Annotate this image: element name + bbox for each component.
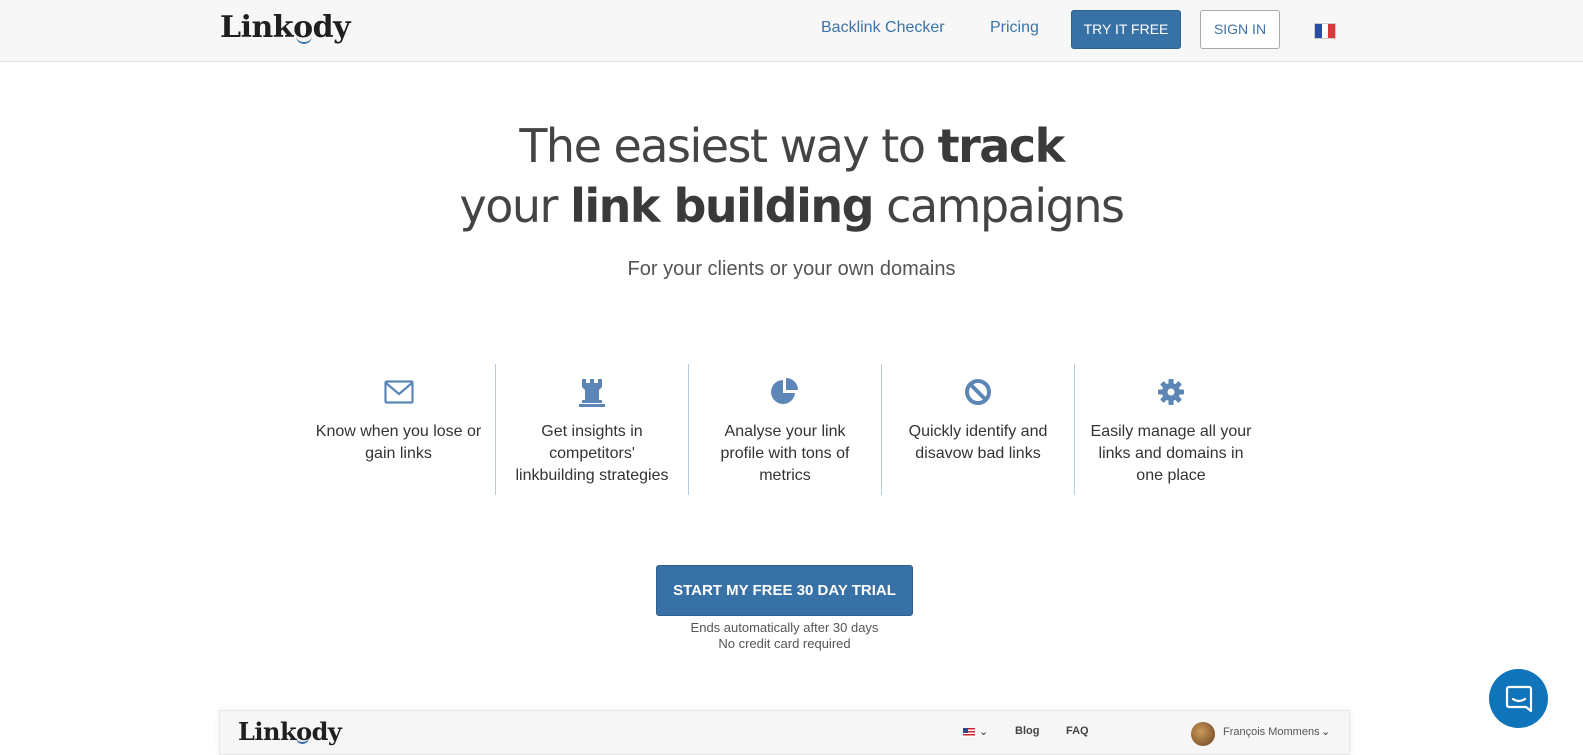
hero-line2-tail: campaigns: [873, 179, 1125, 233]
feature-item-competitors: Get insights in competitors' linkbuildin…: [495, 364, 688, 495]
feature-text-line: Analyse your link: [724, 423, 846, 440]
feature-text: Quickly identify and disavow bad links: [894, 421, 1062, 465]
feature-text-line: one place: [1136, 467, 1206, 484]
feature-text: Know when you lose or gain links: [314, 421, 483, 465]
try-it-free-button[interactable]: TRY IT FREE: [1071, 10, 1181, 49]
chat-launcher-button[interactable]: [1489, 669, 1548, 728]
chevron-down-icon: ⌄: [979, 726, 989, 738]
feature-text-line: competitors': [549, 445, 635, 462]
hero-line1-text: The easiest way to: [519, 119, 938, 173]
feature-text-line: Quickly identify and: [908, 423, 1048, 440]
feature-text-line: linkbuilding strategies: [515, 467, 669, 484]
feature-item-alerts: Know when you lose or gain links: [302, 364, 495, 495]
nav-backlink-checker[interactable]: Backlink Checker: [821, 19, 945, 37]
trial-note-ends: Ends automatically after 30 days: [690, 620, 879, 635]
hero-title-line1: The easiest way to track: [0, 119, 1583, 173]
feature-text-line: gain links: [365, 445, 432, 462]
flag-stripe-blue: [1315, 24, 1322, 38]
feature-text: Get insights in competitors' linkbuildin…: [508, 421, 676, 487]
chevron-down-icon: ⌄: [1321, 726, 1331, 738]
feature-text-line: disavow bad links: [915, 445, 1041, 462]
logo-text: Linkody: [220, 10, 351, 45]
rook-icon: [496, 377, 688, 407]
feature-text-line: Easily manage all your: [1090, 423, 1252, 440]
hero-subtitle: For your clients or your own domains: [627, 258, 956, 280]
hero-title-line2: your link building campaigns: [0, 179, 1583, 233]
ban-icon: [882, 377, 1074, 407]
app-preview: Linkody ⌄ Blog FAQ François Mommens ⌄: [219, 710, 1350, 755]
avatar: [1191, 722, 1215, 746]
logo[interactable]: Linkody: [220, 10, 351, 45]
preview-user-name: François Mommens: [1223, 726, 1320, 738]
top-navbar: Linkody Backlink Checker Pricing TRY IT …: [0, 0, 1583, 62]
feature-text-line: Get insights in: [541, 423, 643, 440]
preview-faq-link: FAQ: [1066, 725, 1089, 737]
preview-blog-link: Blog: [1015, 725, 1040, 737]
feature-text-line: links and domains in: [1098, 445, 1244, 462]
hero-line2-text: your: [459, 179, 571, 233]
feature-item-disavow: Quickly identify and disavow bad links: [881, 364, 1074, 495]
preview-logo: Linkody: [238, 717, 342, 746]
flag-stripe-white: [1321, 24, 1329, 38]
feature-text-line: Know when you lose or: [315, 423, 482, 440]
gear-icon: [1075, 377, 1267, 407]
hero-line2-bold: link building: [570, 179, 874, 233]
pie-chart-icon: [689, 377, 881, 407]
feature-text: Analyse your link profile with tons of m…: [701, 421, 869, 487]
feature-item-analyse: Analyse your link profile with tons of m…: [688, 364, 881, 495]
feature-text: Easily manage all your links and domains…: [1087, 421, 1255, 487]
chat-icon: [1505, 685, 1532, 712]
feature-item-manage: Easily manage all your links and domains…: [1074, 364, 1267, 495]
flag-stripe-red: [1328, 24, 1336, 38]
trial-note-no-card: No credit card required: [718, 636, 851, 651]
nav-pricing[interactable]: Pricing: [990, 19, 1039, 37]
start-free-trial-button[interactable]: START MY FREE 30 DAY TRIAL: [656, 565, 913, 616]
feature-text-line: profile with tons of: [720, 445, 850, 462]
sign-in-button[interactable]: SIGN IN: [1200, 10, 1280, 49]
envelope-icon: [302, 377, 495, 407]
preview-logo-text: Linkody: [238, 717, 342, 746]
french-flag-icon[interactable]: [1314, 23, 1336, 39]
feature-text-line: metrics: [759, 467, 811, 484]
hero-line1-bold: track: [937, 119, 1066, 173]
us-flag-icon: [963, 728, 975, 737]
